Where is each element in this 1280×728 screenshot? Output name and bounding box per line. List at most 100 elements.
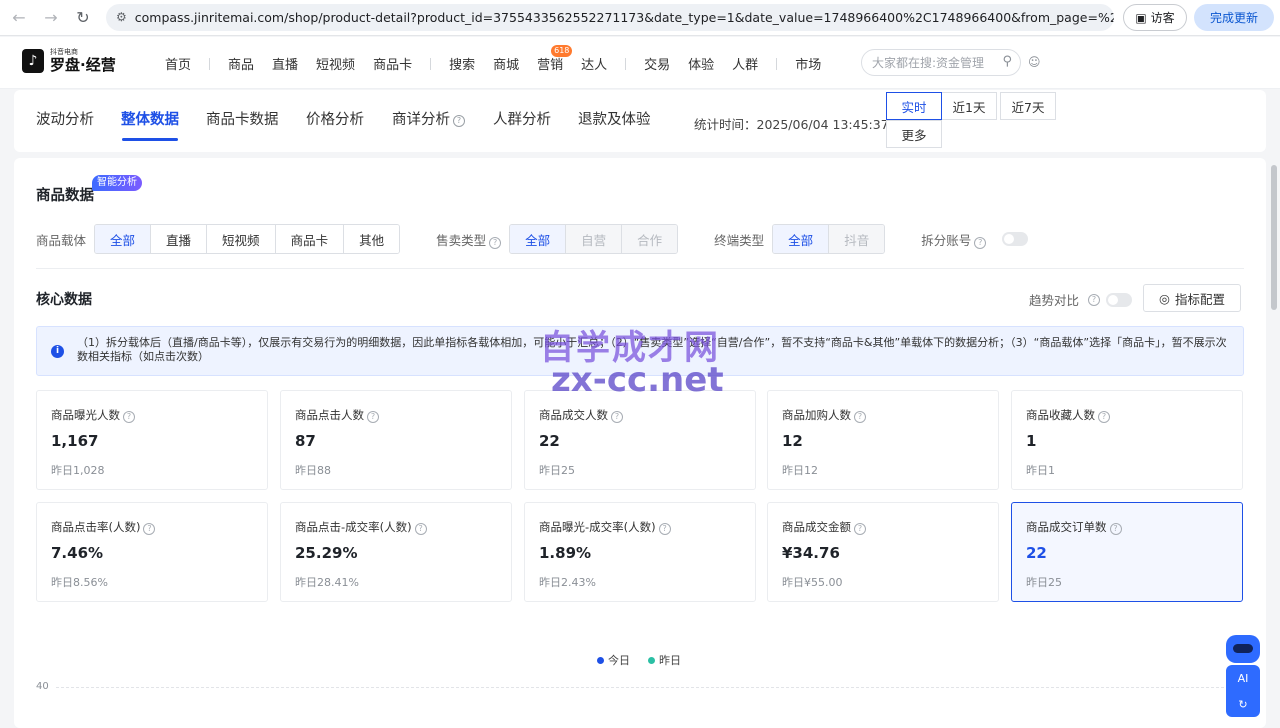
carrier-product-card[interactable]: 商品卡 <box>275 225 345 253</box>
sale-type-all[interactable]: 全部 <box>510 225 567 253</box>
help-icon[interactable]: ? <box>658 523 671 535</box>
help-icon[interactable]: ? <box>1088 293 1101 306</box>
metric-card[interactable]: 商品加购人数? 12 昨日12 <box>767 390 999 490</box>
site-settings-icon[interactable]: ⚙ <box>116 10 127 26</box>
trend-compare-toggle[interactable] <box>1106 292 1133 307</box>
nav-item-search[interactable]: 搜索 <box>449 54 475 73</box>
time-7day-button[interactable]: 近7天 <box>1000 92 1056 120</box>
nav-item-market[interactable]: 市场 <box>795 54 821 73</box>
help-icon[interactable]: ? <box>974 236 987 249</box>
update-button[interactable]: 完成更新 <box>1194 4 1274 31</box>
metric-value: 22 <box>1026 544 1047 562</box>
help-icon[interactable]: ? <box>367 411 379 423</box>
help-icon[interactable]: ? <box>453 115 465 127</box>
metric-yesterday: 昨日1 <box>1026 464 1055 477</box>
metric-config-button[interactable]: ◎ 指标配置 <box>1143 284 1241 312</box>
chart-legend: 今日 昨日 <box>597 652 681 668</box>
tab-product-card-data[interactable]: 商品卡数据 <box>206 108 279 129</box>
metric-card[interactable]: 商品成交金额? ¥34.76 昨日¥55.00 <box>767 502 999 602</box>
metric-card[interactable]: 商品曝光-成交率(人数)? 1.89% 昨日2.43% <box>524 502 756 602</box>
scrollbar[interactable] <box>1271 165 1277 310</box>
carrier-short-video[interactable]: 短视频 <box>207 225 276 253</box>
sale-type-coop[interactable]: 合作 <box>622 225 678 253</box>
help-icon[interactable]: ? <box>854 523 866 535</box>
nav-item-crowd[interactable]: 人群 <box>732 54 758 73</box>
nav-item-product-card[interactable]: 商品卡 <box>373 54 412 73</box>
nav-item-trade[interactable]: 交易 <box>644 54 670 73</box>
user-icon[interactable]: ☺ <box>1028 55 1041 69</box>
forward-arrow-icon[interactable]: → <box>38 5 64 31</box>
metric-card[interactable]: 商品点击率(人数)? 7.46% 昨日8.56% <box>36 502 268 602</box>
back-arrow-icon[interactable]: ← <box>6 5 32 31</box>
nav-item-short-video[interactable]: 短视频 <box>316 54 355 73</box>
legend-dot-today <box>597 657 604 664</box>
tab-fluctuation[interactable]: 波动分析 <box>36 108 94 129</box>
metric-name: 商品点击率(人数)? <box>51 519 156 535</box>
metric-name-text: 商品收藏人数 <box>1026 408 1095 422</box>
terminal-douyin[interactable]: 抖音 <box>829 225 885 253</box>
nav-item-mall[interactable]: 商城 <box>493 54 519 73</box>
time-1day-button[interactable]: 近1天 <box>941 92 997 120</box>
help-icon[interactable]: ? <box>611 411 623 423</box>
metric-name: 商品曝光人数? <box>51 407 135 423</box>
carrier-other[interactable]: 其他 <box>344 225 400 253</box>
carrier-all[interactable]: 全部 <box>95 225 152 253</box>
search-icon[interactable]: ⚲ <box>1002 54 1012 69</box>
nav-item-product[interactable]: 商品 <box>228 54 254 73</box>
logo[interactable]: ♪ 抖音电商 罗盘·经营 <box>22 49 116 73</box>
metric-name-text: 商品点击人数 <box>295 408 364 422</box>
ai-assistant-widget[interactable]: AI ↻ <box>1226 635 1262 720</box>
metric-yesterday: 昨日8.56% <box>51 576 108 589</box>
help-icon[interactable]: ? <box>414 523 427 535</box>
tab-crowd-analysis[interactable]: 人群分析 <box>493 108 551 129</box>
reload-icon[interactable]: ↻ <box>70 5 96 31</box>
nav-item-live[interactable]: 直播 <box>272 54 298 73</box>
metric-card-selected[interactable]: 商品成交订单数? 22 昨日25 <box>1011 502 1243 602</box>
metric-card[interactable]: 商品成交人数? 22 昨日25 <box>524 390 756 490</box>
refresh-icon[interactable]: ↻ <box>1238 698 1247 711</box>
product-data-card: 商品数据 智能分析 商品载体 全部 直播 短视频 商品卡 其他 售卖类型? 全部… <box>14 158 1266 728</box>
help-icon[interactable]: ? <box>143 523 156 535</box>
nav-item-marketing[interactable]: 营销 618 <box>537 45 573 73</box>
legend-yesterday[interactable]: 昨日 <box>648 652 681 668</box>
metric-card[interactable]: 商品曝光人数? 1,167 昨日1,028 <box>36 390 268 490</box>
robot-icon <box>1226 635 1260 663</box>
tab-overall-data[interactable]: 整体数据 <box>121 108 179 129</box>
ai-analysis-tag[interactable]: 智能分析 <box>92 175 142 191</box>
active-tab-indicator <box>122 138 178 141</box>
nav-item-home[interactable]: 首页 <box>165 54 191 73</box>
metric-card[interactable]: 商品收藏人数? 1 昨日1 <box>1011 390 1243 490</box>
logo-title: 罗盘·经营 <box>50 56 116 74</box>
nav-item-experience[interactable]: 体验 <box>688 54 714 73</box>
metric-name-text: 商品点击-成交率(人数) <box>295 520 412 534</box>
metric-value: 22 <box>539 432 560 450</box>
terminal-all[interactable]: 全部 <box>773 225 830 253</box>
help-icon[interactable]: ? <box>1109 523 1122 535</box>
help-icon[interactable]: ? <box>854 411 866 423</box>
ai-label[interactable]: AI <box>1238 672 1249 685</box>
metric-name-text: 商品成交人数 <box>539 408 608 422</box>
metric-value: 1.89% <box>539 544 592 562</box>
metric-card[interactable]: 商品点击-成交率(人数)? 25.29% 昨日28.41% <box>280 502 512 602</box>
tab-detail-analysis[interactable]: 商详分析? <box>392 108 465 129</box>
address-bar[interactable]: ⚙ compass.jinritemai.com/shop/product-de… <box>106 4 1114 31</box>
tab-refund-experience[interactable]: 退款及体验 <box>578 108 651 129</box>
metric-name-text: 商品成交订单数 <box>1026 520 1107 534</box>
metric-yesterday: 昨日2.43% <box>539 576 596 589</box>
time-realtime-button[interactable]: 实时 <box>886 92 942 120</box>
sale-type-self[interactable]: 自营 <box>566 225 623 253</box>
nav-divider <box>430 57 432 70</box>
help-icon[interactable]: ? <box>489 236 502 249</box>
nav-item-talent[interactable]: 达人 <box>581 54 607 73</box>
tab-price-analysis[interactable]: 价格分析 <box>306 108 364 129</box>
split-account-toggle[interactable] <box>1002 232 1029 246</box>
time-more-button[interactable]: 更多 <box>886 120 942 148</box>
help-icon[interactable]: ? <box>1098 411 1110 423</box>
carrier-live[interactable]: 直播 <box>151 225 208 253</box>
header-search-input[interactable]: 大家都在搜:资金管理 ⚲ <box>861 49 1021 76</box>
help-icon[interactable]: ? <box>123 411 135 423</box>
split-account-label: 拆分账号? <box>921 230 987 249</box>
metric-card[interactable]: 商品点击人数? 87 昨日88 <box>280 390 512 490</box>
legend-today[interactable]: 今日 <box>597 652 630 668</box>
visitor-button[interactable]: ▣ 访客 <box>1123 4 1187 31</box>
